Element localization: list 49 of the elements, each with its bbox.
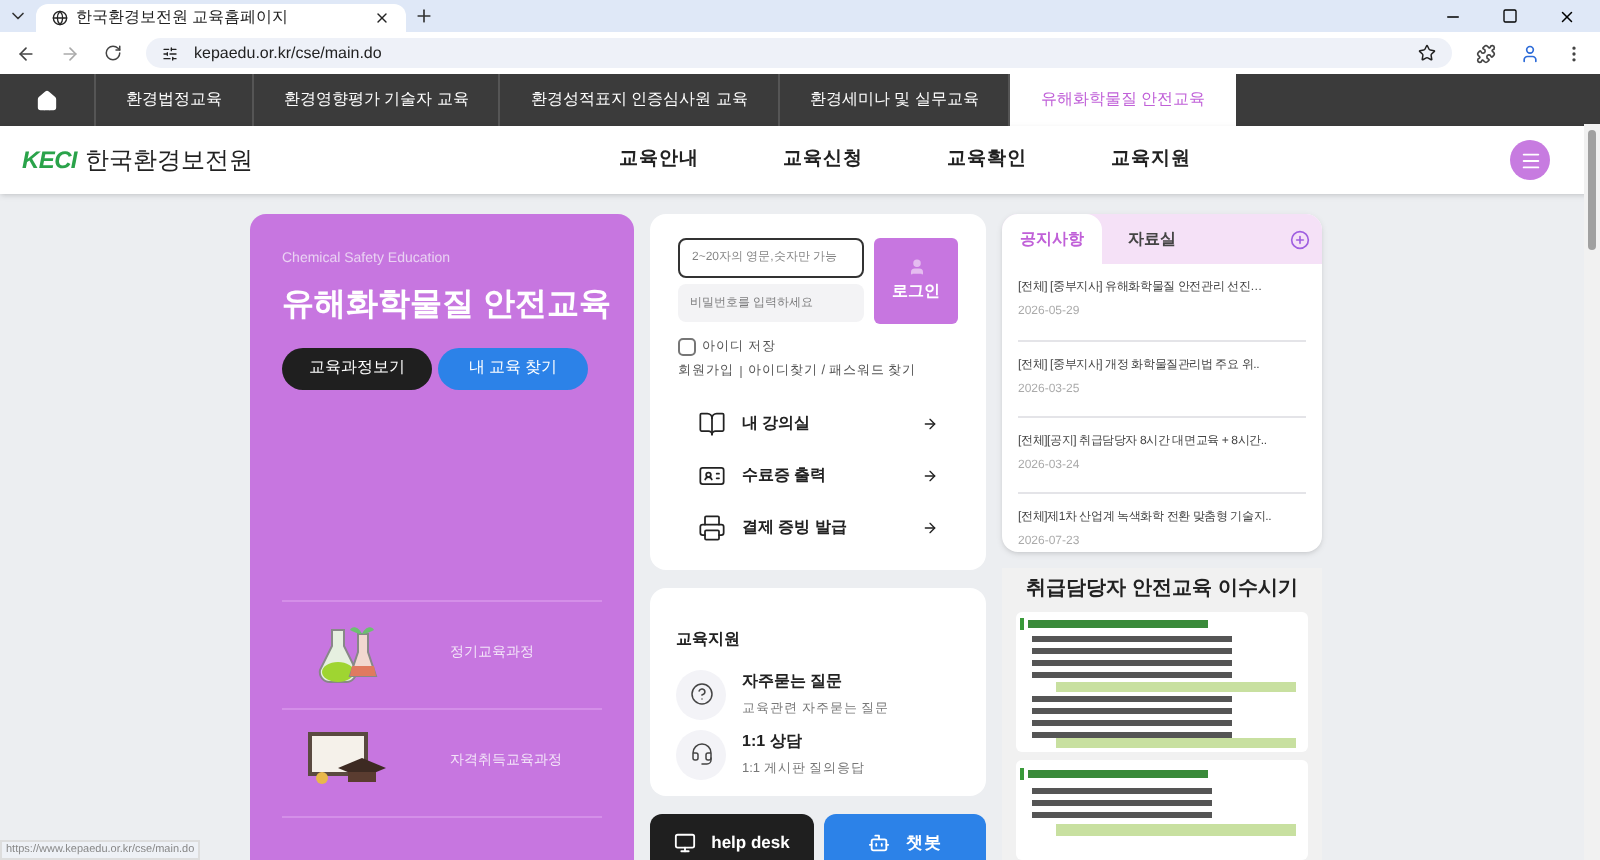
main-menu-link[interactable]: 교육지원 — [1110, 145, 1191, 175]
bookmark-icon[interactable] — [1418, 44, 1436, 62]
main-menu-link[interactable]: 교육신청 — [782, 145, 863, 175]
card-icon — [698, 461, 726, 489]
menu-icon — [1519, 149, 1541, 171]
globe-icon — [52, 10, 68, 26]
support-title: 교육지원 — [676, 629, 740, 647]
browser-tab[interactable]: 한국환경보전원 교육홈페이지 — [36, 4, 406, 32]
arrow-right-icon — [922, 467, 938, 483]
poster-title: 취급담당자 안전교육 이수시기 — [1026, 576, 1298, 604]
address-bar[interactable]: kepaedu.or.kr/cse/main.do — [146, 38, 1452, 68]
back-icon[interactable] — [16, 43, 36, 63]
maximize-icon[interactable] — [1502, 8, 1518, 24]
main-menu-link[interactable]: 교육확인 — [946, 145, 1027, 175]
arrow-right-icon — [922, 415, 938, 431]
menu-button[interactable] — [1510, 140, 1550, 180]
user-icon — [907, 258, 925, 276]
notice-tab[interactable]: 공지사항 — [1002, 214, 1102, 264]
quick-button[interactable]: 챗봇 — [823, 813, 986, 860]
logo-mark: KECI — [22, 144, 77, 178]
question-icon — [689, 682, 713, 706]
main-menu-link[interactable]: 교육안내 — [618, 145, 699, 175]
home-icon — [36, 89, 58, 111]
close-window-icon[interactable] — [1558, 7, 1576, 25]
shortcut-link[interactable]: 결제 증빙 발급 — [698, 501, 938, 553]
notice-tab[interactable]: 자료실 — [1102, 214, 1202, 264]
robot-icon — [867, 832, 890, 854]
quick-button[interactable]: help desk — [650, 813, 813, 860]
close-icon[interactable] — [374, 10, 390, 26]
arrow-right-icon — [922, 519, 938, 535]
reload-icon[interactable] — [104, 44, 122, 62]
tab-title: 한국환경보전원 교육홈페이지 — [76, 6, 291, 30]
site-info-icon — [162, 45, 178, 61]
printer-icon — [698, 513, 726, 541]
monitor-icon — [673, 832, 696, 854]
hero-button[interactable]: 내 교육 찾기 — [438, 347, 588, 389]
new-tab-icon[interactable] — [414, 6, 434, 26]
remember-checkbox[interactable] — [678, 338, 696, 357]
logo-text: 한국환경보전원 — [84, 144, 253, 178]
extensions-icon[interactable] — [1476, 43, 1496, 63]
profile-icon[interactable] — [1520, 43, 1540, 63]
book-icon — [698, 409, 726, 437]
more-plus-icon[interactable] — [1290, 229, 1310, 249]
shortcut-link[interactable]: 내 강의실 — [698, 397, 938, 449]
headset-icon — [689, 742, 713, 766]
hero-button[interactable]: 교육과정보기 — [282, 347, 432, 389]
shortcut-link[interactable]: 수료증 출력 — [698, 449, 938, 501]
scrollbar[interactable] — [1584, 124, 1600, 860]
nav-tab[interactable]: 유해화학물질 안전교육 — [1010, 74, 1236, 126]
